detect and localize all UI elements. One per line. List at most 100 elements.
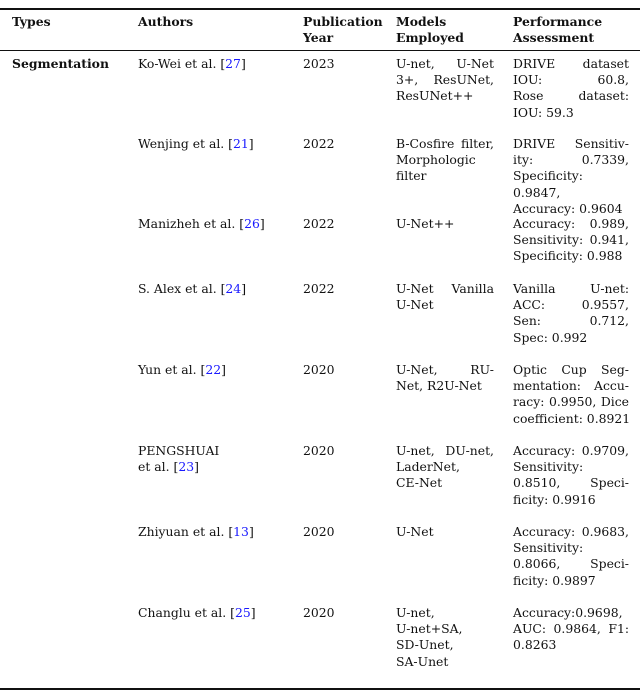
- performance-cell: Accuracy: 0.9683, Sensitivity: 0.8066, Spe…: [513, 524, 629, 589]
- models-cell: U-Net, RU- Net, R2U-Net: [396, 362, 494, 394]
- author-name: S. Alex et al.: [138, 281, 217, 296]
- models-cell: U-net, U-Net 3+, ResUNet, ResUNet++: [396, 56, 494, 105]
- author-name: Ko-Wei et al.: [138, 56, 217, 71]
- models-cell: U-net, DU-net, LaderNet, CE-Net: [396, 443, 494, 492]
- author-cell: Yun et al. [22]: [138, 362, 298, 378]
- models-line: U-net, U-Net: [396, 56, 494, 71]
- models-line: U-Net Vanilla: [396, 281, 494, 296]
- citation-link[interactable]: 22: [205, 362, 221, 377]
- performance-line: mentation: Accu-: [513, 378, 629, 394]
- models-line: U-Net: [396, 297, 434, 313]
- citation-link[interactable]: 27: [225, 56, 241, 71]
- performance-line: ACC: 0.9557,: [513, 297, 629, 313]
- performance-cell: DRIVE dataset IOU: 60.8, Rose dataset: IOU:…: [513, 56, 629, 121]
- author-line: Ko-Wei et al. [27]: [138, 56, 246, 71]
- performance-line: Vanilla U-net:: [513, 281, 629, 296]
- top-rule: [0, 8, 640, 10]
- performance-line: ficity: 0.9897: [513, 572, 596, 588]
- performance-line: Sensitivity: 0.941,: [513, 232, 629, 248]
- performance-line: ficity: 0.9916: [513, 491, 596, 507]
- citation-link[interactable]: 13: [233, 524, 249, 539]
- citation-link[interactable]: 24: [225, 281, 241, 296]
- performance-line: Accuracy: 0.9709,: [513, 443, 629, 458]
- author-name: PENGSHUAI: [138, 443, 220, 458]
- bottom-rule: [0, 688, 640, 690]
- citation-link[interactable]: 26: [244, 216, 260, 231]
- citation-link[interactable]: 21: [233, 136, 249, 151]
- citation-link[interactable]: 23: [178, 459, 194, 474]
- models-cell: B-Cosfire filter, Morphologic filter: [396, 136, 494, 185]
- performance-line: DRIVE dataset: [513, 56, 629, 71]
- performance-line: Specificity: 0.988: [513, 248, 623, 264]
- performance-cell: Accuracy: 0.989, Sensitivity: 0.941, Speci…: [513, 216, 629, 265]
- header-line: Types: [12, 14, 51, 29]
- author-name: Changlu et al.: [138, 605, 227, 620]
- models-line: ResUNet++: [396, 88, 474, 104]
- header-line: Models: [396, 14, 447, 29]
- author-cell: Wenjing et al. [21]: [138, 136, 298, 152]
- year-cell: 2023: [303, 56, 335, 71]
- models-line: U-net+SA,: [396, 621, 463, 637]
- column-header: Authors: [138, 14, 298, 30]
- author-name: et al.: [138, 459, 170, 475]
- citation-link[interactable]: 25: [235, 605, 251, 620]
- author-line: et al. [23]: [138, 459, 199, 475]
- performance-line: AUC: 0.9864, F1:: [513, 621, 629, 637]
- performance-line: IOU: 60.8,: [513, 72, 629, 88]
- year-cell: 2022: [303, 281, 335, 296]
- author-line: Changlu et al. [25]: [138, 605, 256, 620]
- models-line: Net, R2U-Net: [396, 378, 482, 394]
- column-header: Models Employed: [396, 14, 494, 46]
- performance-cell: Accuracy: 0.9709, Sensitivity: 0.8510, Spe…: [513, 443, 629, 508]
- author-line: Yun et al. [22]: [138, 362, 226, 377]
- year-cell: 2022: [303, 216, 335, 231]
- header-line: Performance: [513, 14, 603, 29]
- header-line: Employed: [396, 30, 464, 46]
- models-line: U-Net: [396, 524, 434, 539]
- models-line: U-Net, RU-: [396, 362, 494, 377]
- performance-line: coefficient: 0.8921: [513, 410, 631, 426]
- header-line: Assessment: [513, 30, 595, 46]
- performance-line: IOU: 59.3: [513, 104, 574, 120]
- author-cell: Ko-Wei et al. [27]: [138, 56, 298, 72]
- performance-line: racy: 0.9950, Dice: [513, 394, 629, 410]
- performance-line: Sensitivity:: [513, 459, 584, 475]
- year-cell: 2020: [303, 362, 335, 377]
- models-line: filter: [396, 168, 427, 184]
- models-line: CE-Net: [396, 475, 443, 491]
- performance-line: Accuracy: 0.989,: [513, 216, 629, 231]
- performance-line: Sensitivity:: [513, 540, 584, 556]
- year-cell: 2020: [303, 524, 335, 539]
- models-line: 3+, ResUNet,: [396, 72, 494, 88]
- models-cell: U-net, U-net+SA, SD-Unet, SA-Unet: [396, 605, 494, 670]
- year-cell: 2020: [303, 443, 335, 458]
- header-line: Publication: [303, 14, 383, 29]
- performance-line: 0.8066, Speci-: [513, 556, 629, 572]
- author-name: Wenjing et al.: [138, 136, 225, 151]
- performance-cell: DRIVE Sensitiv-ity: 0.7339, Specificity: …: [513, 136, 629, 217]
- column-header: Types: [12, 14, 132, 30]
- models-line: B-Cosfire filter,: [396, 136, 494, 151]
- header-line: Authors: [138, 14, 194, 29]
- models-line: U-Net++: [396, 216, 455, 231]
- header-line: Year: [303, 30, 334, 46]
- year-cell: 2020: [303, 605, 335, 620]
- column-header: Publication Year: [303, 14, 391, 46]
- author-name: Manizheh et al.: [138, 216, 236, 231]
- performance-line: Rose dataset:: [513, 88, 629, 104]
- performance-line: 0.8510, Speci-: [513, 475, 629, 491]
- models-line: LaderNet,: [396, 459, 460, 475]
- author-cell: Manizheh et al. [26]: [138, 216, 298, 232]
- performance-line: Accuracy: 0.9683,: [513, 524, 629, 539]
- performance-cell: Optic Cup Seg-mentation: Accu-racy: 0.99…: [513, 362, 631, 427]
- author-line: Manizheh et al. [26]: [138, 216, 265, 231]
- models-line: SD-Unet,: [396, 637, 454, 653]
- performance-line: Spec: 0.992: [513, 329, 588, 345]
- author-name: Zhiyuan et al.: [138, 524, 225, 539]
- models-line: Morphologic: [396, 152, 476, 168]
- models-cell: U-Net++: [396, 216, 494, 232]
- header-rule: [0, 50, 640, 51]
- author-cell: PENGSHUAI et al. [23]: [138, 443, 298, 475]
- column-header: Performance Assessment: [513, 14, 629, 46]
- performance-cell: Accuracy:0.9698, AUC: 0.9864, F1: 0.8263: [513, 605, 629, 654]
